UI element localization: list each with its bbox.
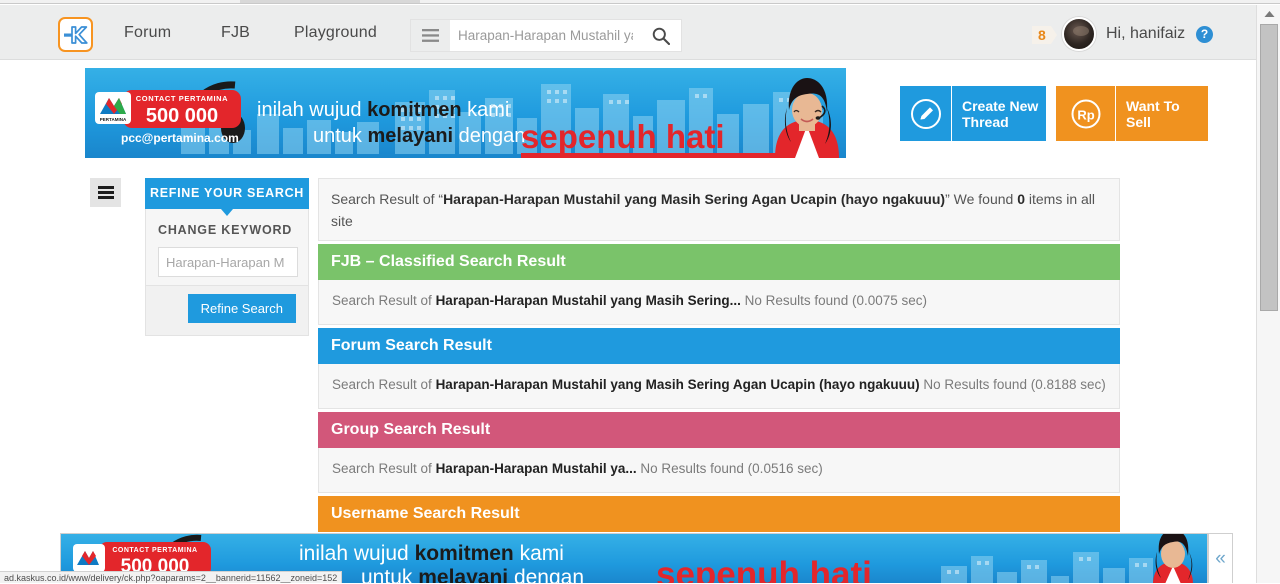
section-username: Username Search Result: [318, 496, 1120, 532]
create-new-thread-label: Create New Thread: [952, 98, 1046, 130]
body-query: Harapan-Harapan Mustahil yang Masih Seri…: [435, 293, 741, 308]
body-suffix: No Results found (0.8188 sec): [919, 377, 1106, 392]
section-forum: Forum Search Result Search Result of Har…: [318, 328, 1120, 409]
search-bar: [410, 19, 682, 52]
body-prefix: Search Result of: [332, 293, 436, 308]
search-input[interactable]: [450, 20, 641, 51]
avatar[interactable]: [1062, 17, 1096, 51]
svg-text:sepenuh hati: sepenuh hati: [521, 118, 725, 155]
body-prefix: Search Result of: [332, 377, 436, 392]
hamburger-icon: [422, 29, 439, 42]
section-title: Forum Search Result: [331, 337, 492, 354]
section-fjb-classified: FJB – Classified Search Result Search Re…: [318, 244, 1120, 325]
svg-text:inilah wujud komitmen kami: inilah wujud komitmen kami: [257, 99, 509, 121]
search-icon: [652, 27, 670, 45]
svg-text:untuk melayani dengan: untuk melayani dengan: [313, 125, 525, 147]
search-result-summary: Search Result of “Harapan-Harapan Mustah…: [318, 178, 1120, 241]
section-group-body: Search Result of Harapan-Harapan Mustahi…: [318, 448, 1120, 493]
kaskus-logo[interactable]: [58, 17, 93, 52]
top-ad-banner-artwork: CONTACT PERTAMINA 500 000 PERTAMINA pcc@…: [85, 68, 846, 158]
summary-middle: ” We found: [945, 191, 1018, 207]
rupiah-circle-icon: Rp: [1056, 86, 1116, 141]
refine-search-header[interactable]: REFINE YOUR SEARCH: [145, 178, 309, 216]
bottom-banner-collapse-button[interactable]: «: [1208, 533, 1233, 583]
search-submit-button[interactable]: [641, 20, 681, 51]
section-title: FJB – Classified Search Result: [331, 253, 566, 270]
svg-text:CONTACT PERTAMINA: CONTACT PERTAMINA: [136, 94, 228, 103]
section-fjb-classified-header[interactable]: FJB – Classified Search Result: [318, 244, 1120, 280]
summary-count: 0: [1017, 191, 1025, 207]
create-thread-line1: Create New: [962, 97, 1039, 114]
summary-prefix: Search Result of “: [331, 191, 444, 207]
svg-text:PERTAMINA: PERTAMINA: [100, 117, 127, 122]
scrollbar-track[interactable]: [1257, 313, 1280, 583]
svg-text:sepenuh hati: sepenuh hati: [656, 555, 872, 583]
svg-text:500 000: 500 000: [146, 105, 218, 127]
notification-badge[interactable]: 8: [1032, 26, 1057, 44]
refine-search-button[interactable]: Refine Search: [187, 294, 296, 323]
want-to-sell-button[interactable]: Rp Want To Sell: [1056, 86, 1208, 141]
svg-text:inilah wujud komitmen kami: inilah wujud komitmen kami: [299, 542, 564, 565]
scroll-up-arrow-icon[interactable]: [1257, 5, 1280, 22]
page-scrollbar[interactable]: [1256, 5, 1280, 583]
section-group: Group Search Result Search Result of Har…: [318, 412, 1120, 493]
create-thread-line2: Thread: [962, 113, 1009, 130]
avatar-highlight: [1073, 26, 1089, 36]
section-title: Username Search Result: [331, 505, 520, 522]
section-username-header[interactable]: Username Search Result: [318, 496, 1120, 532]
kaskus-logo-icon: [63, 25, 88, 44]
svg-text:pcc@pertamina.com: pcc@pertamina.com: [121, 131, 239, 145]
scrollbar-thumb[interactable]: [1260, 24, 1278, 311]
hamburger-icon: [97, 186, 114, 199]
svg-text:Rp: Rp: [1077, 107, 1094, 122]
refine-search-body: CHANGE KEYWORD: [145, 209, 309, 286]
body-suffix: No Results found (0.0075 sec): [740, 293, 927, 308]
svg-text:untuk melayani dengan: untuk melayani dengan: [361, 566, 584, 583]
want-to-sell-label: Want To Sell: [1126, 97, 1180, 130]
user-greeting[interactable]: Hi, hanifaiz: [1106, 25, 1185, 43]
search-category-button[interactable]: [411, 20, 450, 51]
nav-link-playground[interactable]: Playground: [294, 24, 377, 42]
refine-search-title: REFINE YOUR SEARCH: [149, 186, 305, 200]
refine-search-panel: REFINE YOUR SEARCH CHANGE KEYWORD Refine…: [145, 178, 309, 336]
nav-link-fjb[interactable]: FJB: [221, 24, 250, 42]
body-suffix: No Results found (0.0516 sec): [636, 461, 823, 476]
pencil-circle-icon: [900, 86, 952, 141]
browser-tab-stub[interactable]: [240, 0, 420, 3]
body-query: Harapan-Harapan Mustahil ya...: [435, 461, 637, 476]
search-results-column: Search Result of “Harapan-Harapan Mustah…: [318, 178, 1120, 532]
refine-search-footer: Refine Search: [145, 286, 309, 336]
create-new-thread-button[interactable]: Create New Thread: [900, 86, 1046, 141]
sidebar-rail-toggle[interactable]: [90, 178, 121, 207]
section-forum-body: Search Result of Harapan-Harapan Mustahi…: [318, 364, 1120, 409]
change-keyword-label: CHANGE KEYWORD: [158, 223, 293, 237]
browser-chrome-strip: [0, 0, 1280, 4]
section-group-header[interactable]: Group Search Result: [318, 412, 1120, 448]
browser-status-bar: ad.kaskus.co.id/www/delivery/ck.php?oapa…: [0, 571, 343, 583]
top-ad-banner[interactable]: CONTACT PERTAMINA 500 000 PERTAMINA pcc@…: [85, 68, 846, 158]
site-header: Forum FJB Playground 8 Hi, hanifaiz ?: [0, 5, 1256, 60]
section-fjb-classified-body: Search Result of Harapan-Harapan Mustahi…: [318, 280, 1120, 325]
body-query: Harapan-Harapan Mustahil yang Masih Seri…: [435, 377, 920, 392]
section-forum-header[interactable]: Forum Search Result: [318, 328, 1120, 364]
svg-text:CONTACT PERTAMINA: CONTACT PERTAMINA: [112, 547, 197, 554]
section-title: Group Search Result: [331, 421, 491, 438]
body-prefix: Search Result of: [332, 461, 436, 476]
caret-down-icon: [221, 209, 233, 216]
help-icon[interactable]: ?: [1196, 26, 1213, 43]
refine-keyword-input[interactable]: [158, 247, 298, 277]
nav-link-forum[interactable]: Forum: [124, 24, 171, 42]
summary-query: Harapan-Harapan Mustahil yang Masih Seri…: [443, 191, 946, 207]
